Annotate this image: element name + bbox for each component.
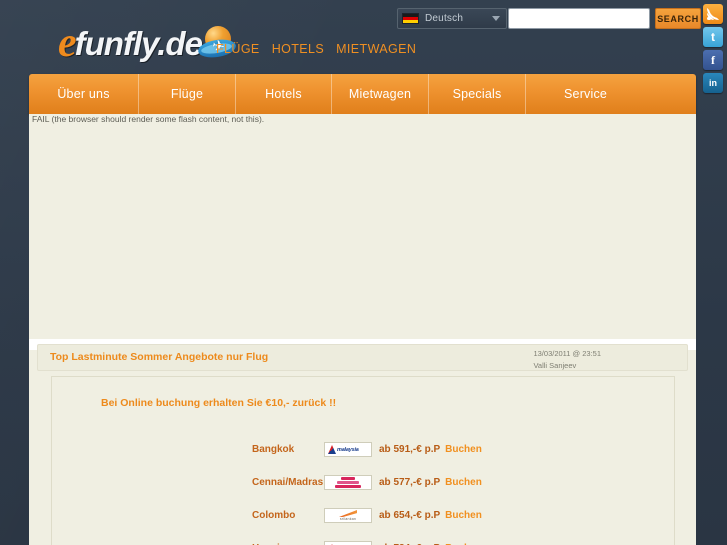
promo-text: Bei Online buchung erhalten Sie €10,- zu… bbox=[101, 397, 337, 409]
offer-price: ab 591,-€ p.P bbox=[379, 444, 441, 455]
article-date: 13/03/2011 @ 23:51 bbox=[533, 349, 601, 358]
article-header: Top Lastminute Sommer Angebote nur Flug … bbox=[37, 344, 688, 371]
top-link-mietwagen[interactable]: MIETWAGEN bbox=[336, 42, 416, 56]
offer-row: Hanoi malaysia ab 724,-€ p.P Buchen bbox=[52, 532, 676, 545]
srilankan-airlines-logo: srilankan bbox=[324, 508, 372, 523]
german-flag-icon bbox=[402, 13, 419, 24]
twitter-icon[interactable]: t bbox=[703, 27, 723, 47]
chevron-down-icon bbox=[492, 16, 500, 21]
flash-fail-message: FAIL (the browser should render some fla… bbox=[32, 114, 265, 124]
offer-book-link[interactable]: Buchen bbox=[445, 477, 482, 488]
main-navigation: Über uns Flüge Hotels Mietwagen Specials… bbox=[29, 74, 696, 114]
offer-city: Bangkok bbox=[252, 444, 295, 455]
flash-placeholder: FAIL (the browser should render some fla… bbox=[29, 114, 696, 339]
nav-item-specials[interactable]: Specials bbox=[429, 74, 526, 114]
offers-list: Bangkok malaysia ab 591,-€ p.P Buchen Ce… bbox=[52, 433, 676, 545]
site-logo[interactable]: e funfly.de ✈ bbox=[58, 22, 238, 64]
language-label: Deutsch bbox=[425, 13, 464, 24]
nav-item-fluege[interactable]: Flüge bbox=[139, 74, 236, 114]
nav-item-hotels[interactable]: Hotels bbox=[236, 74, 332, 114]
language-selector[interactable]: Deutsch bbox=[397, 8, 507, 29]
rss-icon[interactable] bbox=[703, 4, 723, 24]
top-quick-links: FLÜGE HOTELS MIETWAGEN bbox=[216, 42, 416, 56]
air-india-logo bbox=[324, 475, 372, 490]
nav-item-service[interactable]: Service bbox=[526, 74, 696, 114]
logo-wordmark: funfly.de bbox=[74, 24, 203, 62]
article-meta: 13/03/2011 @ 23:51 Valli Sanjeev bbox=[533, 348, 601, 371]
malaysia-airlines-logo: malaysia bbox=[324, 541, 372, 545]
article-title: Top Lastminute Sommer Angebote nur Flug bbox=[50, 351, 269, 363]
offer-price: ab 577,-€ p.P bbox=[379, 477, 441, 488]
offer-book-link[interactable]: Buchen bbox=[445, 444, 482, 455]
search-button[interactable]: SEARCH bbox=[655, 8, 701, 29]
offer-row: Bangkok malaysia ab 591,-€ p.P Buchen bbox=[52, 433, 676, 466]
malaysia-airlines-logo: malaysia bbox=[324, 442, 372, 457]
offer-price: ab 654,-€ p.P bbox=[379, 510, 441, 521]
article-body: Bei Online buchung erhalten Sie €10,- zu… bbox=[51, 376, 675, 545]
top-link-fluege[interactable]: FLÜGE bbox=[216, 42, 260, 56]
linkedin-icon[interactable]: in bbox=[703, 73, 723, 93]
nav-item-ueber-uns[interactable]: Über uns bbox=[29, 74, 139, 114]
offer-city: Cennai/Madras bbox=[252, 477, 324, 488]
facebook-icon[interactable]: f bbox=[703, 50, 723, 70]
offer-book-link[interactable]: Buchen bbox=[445, 510, 482, 521]
search-input[interactable] bbox=[508, 8, 650, 29]
top-link-hotels[interactable]: HOTELS bbox=[272, 42, 324, 56]
article-author: Valli Sanjeev bbox=[533, 360, 577, 370]
offer-row: Colombo srilankan ab 654,-€ p.P Buchen bbox=[52, 499, 676, 532]
content-panel: FAIL (the browser should render some fla… bbox=[29, 114, 696, 545]
offer-row: Cennai/Madras ab 577,-€ p.P Buchen bbox=[52, 466, 676, 499]
social-sidebar: t f in bbox=[703, 4, 723, 93]
nav-item-mietwagen[interactable]: Mietwagen bbox=[332, 74, 429, 114]
offer-city: Colombo bbox=[252, 510, 296, 521]
